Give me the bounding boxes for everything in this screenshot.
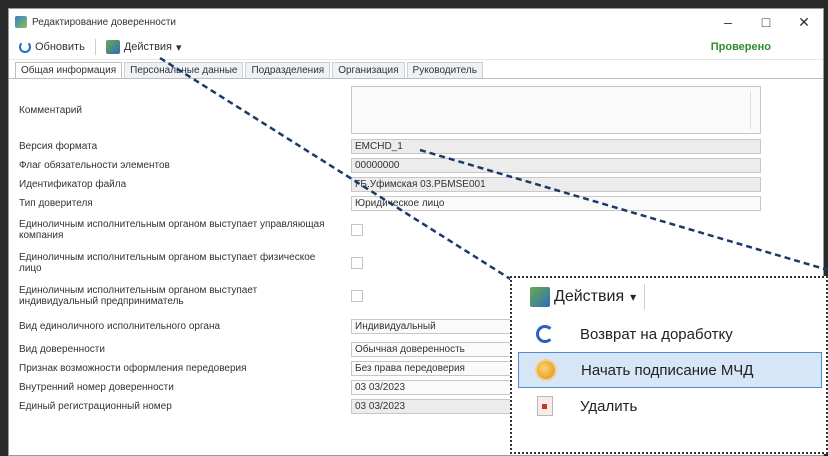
title-bar: Редактирование доверенности – □ ✕ [9, 9, 823, 35]
actions-menu-button[interactable]: Действия ▾ [100, 40, 188, 54]
actions-dropdown-label: Действия [554, 288, 625, 305]
toolbar: Обновить Действия ▾ Проверено [9, 35, 823, 60]
registration-number-label: Единый регистрационный номер [19, 401, 172, 412]
actions-dropdown-zoom: Действия ▾ Возврат на доработку Начать п… [510, 276, 828, 454]
actions-icon [530, 287, 550, 307]
chevron-down-icon: ▾ [630, 290, 637, 304]
sole-exec-ip-label: Единоличным исполнительным органом высту… [19, 284, 258, 307]
row-principal-type: Тип доверителя Юридическое лицо [19, 194, 813, 213]
refresh-button[interactable]: Обновить [13, 41, 91, 53]
sign-icon [533, 359, 559, 381]
menu-item-start-signing-label: Начать подписание МЧД [581, 361, 754, 379]
tab-general[interactable]: Общая информация [15, 62, 123, 78]
trash-icon [532, 395, 558, 417]
app-icon [15, 16, 27, 28]
actions-icon [105, 40, 120, 54]
redelegation-label: Признак возможности оформления передовер… [19, 363, 247, 374]
actions-dropdown-header[interactable]: Действия ▾ [512, 278, 826, 316]
menu-item-start-signing[interactable]: Начать подписание МЧД [518, 352, 822, 388]
window-title: Редактирование доверенности [32, 16, 177, 28]
menu-item-return-label: Возврат на доработку [580, 325, 733, 343]
sole-exec-person-label: Единоличным исполнительным органом высту… [19, 251, 316, 274]
sole-exec-ip-checkbox[interactable] [351, 289, 363, 302]
undo-icon [532, 323, 558, 345]
mandatory-flag-field[interactable]: 00000000 [351, 158, 761, 173]
toolbar-divider [94, 39, 96, 55]
tab-departments[interactable]: Подразделения [245, 62, 331, 78]
sole-exec-kind-label: Вид единоличного исполнительного органа [19, 320, 221, 332]
tab-manager[interactable]: Руководитель [406, 62, 483, 78]
chevron-down-icon: ▾ [176, 41, 182, 54]
row-sole-exec-mgmt: Единоличным исполнительным органом высту… [19, 213, 813, 246]
row-sole-exec-person: Единоличным исполнительным органом высту… [19, 246, 813, 279]
poa-kind-label: Вид доверенности [19, 344, 105, 355]
close-button[interactable]: ✕ [785, 14, 823, 31]
tab-strip: Общая информация Персональные данные Под… [9, 60, 823, 79]
file-id-label: Идентификатор файла [19, 179, 127, 190]
internal-number-label: Внутренний номер доверенности [19, 382, 174, 393]
file-id-field[interactable]: ГБ.Уфимская 03.РБМSE001 [351, 177, 761, 192]
sole-exec-mgmt-label: Единоличным исполнительным органом высту… [19, 218, 325, 241]
actions-label: Действия [123, 41, 173, 53]
row-mandatory-flag: Флаг обязательности элементов 00000000 [19, 156, 813, 175]
refresh-label: Обновить [35, 41, 85, 53]
window-controls: – □ ✕ [709, 14, 823, 31]
sole-exec-person-checkbox[interactable] [351, 256, 363, 269]
status-checked[interactable]: Проверено [711, 41, 771, 53]
comment-scrollbar[interactable] [750, 91, 757, 129]
format-version-field[interactable]: EMCHD_1 [351, 139, 761, 154]
menu-item-delete[interactable]: Удалить [518, 388, 822, 424]
actions-dropdown-header-box: Действия ▾ [530, 284, 646, 310]
principal-type-label: Тип доверителя [19, 198, 93, 209]
sole-exec-mgmt-checkbox[interactable] [351, 223, 363, 236]
tab-personal-data[interactable]: Персональные данные [124, 62, 244, 78]
maximize-button[interactable]: □ [747, 14, 785, 31]
row-file-id: Идентификатор файла ГБ.Уфимская 03.РБМSE… [19, 175, 813, 194]
mandatory-flag-label: Флаг обязательности элементов [19, 160, 170, 171]
refresh-icon [19, 41, 31, 53]
minimize-button[interactable]: – [709, 14, 747, 31]
comment-textarea[interactable] [351, 86, 761, 134]
format-version-label: Версия формата [19, 141, 98, 152]
row-format-version: Версия формата EMCHD_1 [19, 137, 813, 156]
menu-item-return[interactable]: Возврат на доработку [518, 316, 822, 352]
comment-label: Комментарий [19, 104, 82, 116]
row-comment: Комментарий [19, 83, 813, 137]
tab-organization[interactable]: Организация [332, 62, 405, 78]
menu-item-delete-label: Удалить [580, 397, 638, 415]
principal-type-select[interactable]: Юридическое лицо [351, 196, 761, 211]
